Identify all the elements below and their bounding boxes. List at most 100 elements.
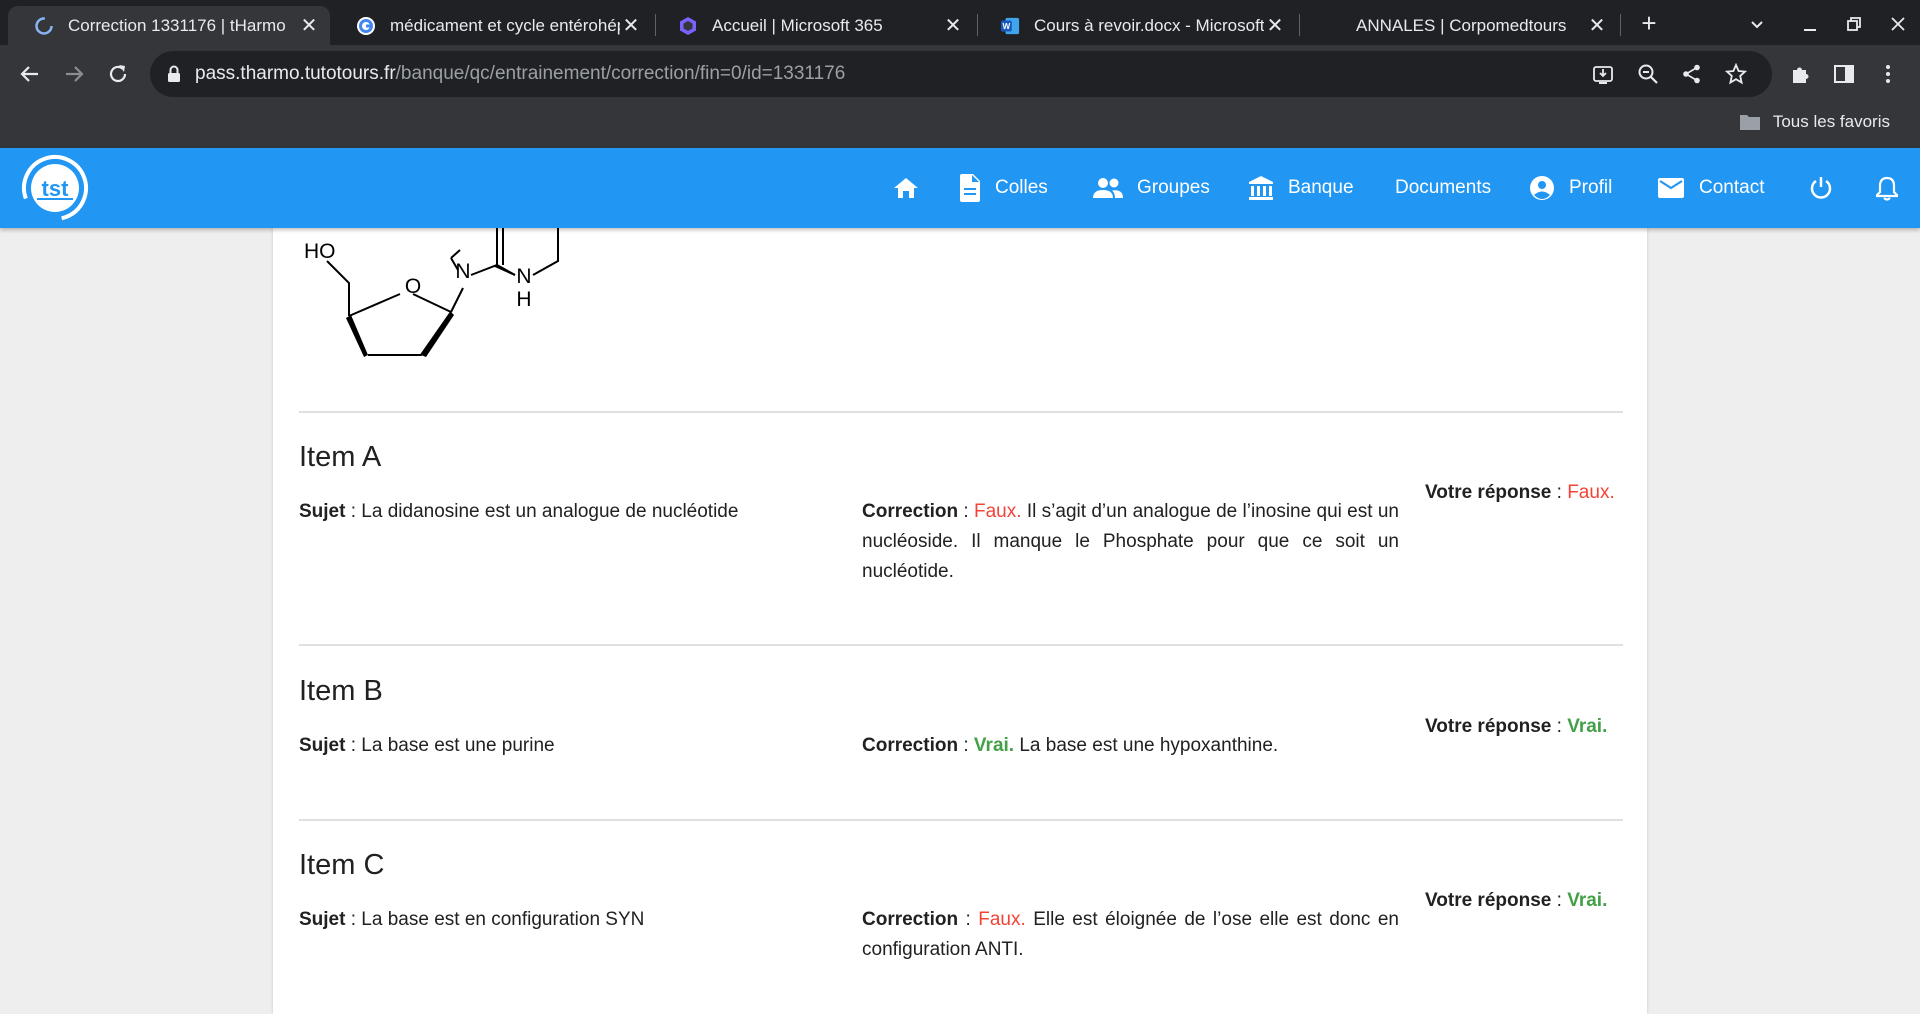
item-subject: Sujet : La didanosine est un analogue de…	[299, 497, 819, 527]
nav-profil[interactable]: Profil	[1529, 148, 1612, 228]
answer-label: Votre réponse	[1425, 482, 1552, 503]
nav-label: Contact	[1699, 177, 1765, 198]
correction-text: La base est une hypoxanthine.	[1014, 735, 1279, 756]
zoom-icon[interactable]	[1635, 61, 1661, 87]
correction-label: Correction	[862, 909, 959, 930]
side-panel-icon[interactable]	[1827, 57, 1861, 91]
nav-contact[interactable]: Contact	[1657, 148, 1764, 228]
label-separator: :	[345, 735, 362, 756]
tst-logo[interactable]: tst	[20, 153, 90, 223]
tab-close-icon[interactable]: ✕	[1586, 13, 1608, 38]
nav-label: Documents	[1395, 177, 1492, 198]
label-separator: :	[958, 735, 974, 756]
tab-close-icon[interactable]: ✕	[620, 13, 642, 38]
item-title: Item B	[299, 675, 383, 707]
bell-icon	[1876, 175, 1898, 201]
molecule-label-nh-h: H	[516, 288, 531, 311]
reload-icon[interactable]	[101, 57, 135, 91]
nav-home[interactable]	[893, 148, 919, 228]
address-bar[interactable]: pass.tharmo.tutotours.fr/banque/qc/entra…	[150, 51, 1772, 97]
item-subject: Sujet : La base est en configuration SYN	[299, 905, 819, 935]
label-separator: :	[345, 501, 362, 522]
answer-label: Votre réponse	[1425, 716, 1552, 737]
molecule-label-ho: HO	[304, 240, 336, 263]
lock-icon[interactable]	[167, 65, 181, 83]
nav-groupes[interactable]: Groupes	[1093, 148, 1210, 228]
browser-tab-word[interactable]: W Cours à revoir.docx - Microsoft Word ✕	[974, 6, 1296, 45]
logo-text: tst	[42, 176, 70, 201]
answer-value: Vrai.	[1567, 890, 1608, 911]
answer-value: Vrai.	[1567, 716, 1608, 737]
nav-colles[interactable]: Colles	[959, 148, 1048, 228]
tab-close-icon[interactable]: ✕	[1264, 13, 1286, 38]
home-icon	[893, 176, 919, 200]
nav-notifications[interactable]	[1876, 148, 1898, 228]
nav-label: Profil	[1569, 177, 1613, 198]
browser-tab-medicament[interactable]: médicament et cycle entérohépatique ✕	[330, 6, 652, 45]
tab-separator	[1620, 14, 1621, 36]
item-correction: Correction : Faux. Elle est éloignée de …	[862, 905, 1399, 965]
bank-icon	[1248, 175, 1274, 201]
nav-banque[interactable]: Banque	[1248, 148, 1354, 228]
close-window-icon[interactable]	[1883, 6, 1913, 40]
folder-icon	[1739, 113, 1761, 131]
browser-tab-correction[interactable]: Correction 1331176 | tHarmo ✕	[8, 6, 330, 45]
item-answer: Votre réponse : Faux.	[1425, 478, 1635, 508]
share-icon[interactable]	[1679, 61, 1705, 87]
divider	[299, 644, 1623, 646]
tab-title: Cours à revoir.docx - Microsoft Word	[1034, 15, 1264, 35]
subject-text: La base est en configuration SYN	[361, 909, 645, 930]
site-header: tst Colles Groupes Banque Documents Prof…	[0, 148, 1920, 228]
extensions-puzzle-icon[interactable]	[1783, 57, 1817, 91]
answer-value: Faux.	[1567, 482, 1615, 503]
tab-close-icon[interactable]: ✕	[298, 13, 320, 38]
label-separator: :	[958, 501, 974, 522]
browser-tab-annales[interactable]: ANNALES | Corpomedtours ✕	[1296, 6, 1618, 45]
item-answer: Votre réponse : Vrai.	[1425, 712, 1635, 742]
nav-documents[interactable]: Documents	[1395, 148, 1491, 228]
item-answer: Votre réponse : Vrai.	[1425, 886, 1635, 916]
label-separator: :	[1551, 716, 1568, 737]
item-title: Item C	[299, 849, 385, 881]
subject-label: Sujet	[299, 735, 346, 756]
tab-close-icon[interactable]: ✕	[942, 13, 964, 38]
item-correction: Correction : Faux. Il s’agit d’un analog…	[862, 497, 1399, 587]
item-subject: Sujet : La base est une purine	[299, 731, 819, 761]
power-icon	[1808, 175, 1834, 201]
item-title: Item A	[299, 441, 382, 473]
tab-search-chevron-icon[interactable]	[1742, 6, 1772, 40]
document-icon	[959, 174, 981, 202]
bookmark-star-icon[interactable]	[1723, 61, 1749, 87]
word-favicon-icon: W	[1000, 16, 1020, 36]
menu-kebab-icon[interactable]	[1871, 57, 1905, 91]
tab-title: médicament et cycle entérohépatique	[390, 15, 620, 35]
browser-toolbar: pass.tharmo.tutotours.fr/banque/qc/entra…	[0, 45, 1920, 103]
label-separator: :	[345, 909, 362, 930]
new-tab-button[interactable]: +	[1632, 6, 1666, 40]
google-favicon-icon	[356, 16, 376, 36]
subject-label: Sujet	[299, 909, 346, 930]
browser-tab-microsoft365[interactable]: Accueil | Microsoft 365 ✕	[652, 6, 974, 45]
molecule-label-o: O	[405, 275, 421, 298]
nav-label: Banque	[1288, 177, 1354, 198]
blank-favicon-icon	[1322, 16, 1342, 36]
tharmo-favicon-icon	[34, 16, 54, 36]
people-icon	[1093, 177, 1123, 199]
install-app-icon[interactable]	[1590, 61, 1616, 87]
forward-arrow-icon[interactable]	[57, 57, 91, 91]
didanosine-structure-image: HO O N N H	[304, 228, 559, 357]
correction-label: Correction	[862, 735, 959, 756]
restore-window-icon[interactable]	[1839, 6, 1869, 40]
microsoft365-favicon-icon	[678, 16, 698, 36]
back-arrow-icon[interactable]	[13, 57, 47, 91]
mail-icon	[1657, 177, 1685, 199]
all-bookmarks-folder[interactable]: Tous les favoris	[1739, 112, 1890, 132]
tab-title: ANNALES | Corpomedtours	[1356, 15, 1567, 35]
nav-label: Colles	[995, 177, 1048, 198]
correction-verdict: Faux.	[974, 501, 1022, 522]
svg-text:W: W	[1003, 22, 1011, 31]
minimize-icon[interactable]	[1795, 6, 1825, 40]
subject-text: La didanosine est un analogue de nucléot…	[361, 501, 739, 522]
bookmark-folder-label: Tous les favoris	[1772, 112, 1890, 131]
nav-logout[interactable]	[1808, 148, 1834, 228]
